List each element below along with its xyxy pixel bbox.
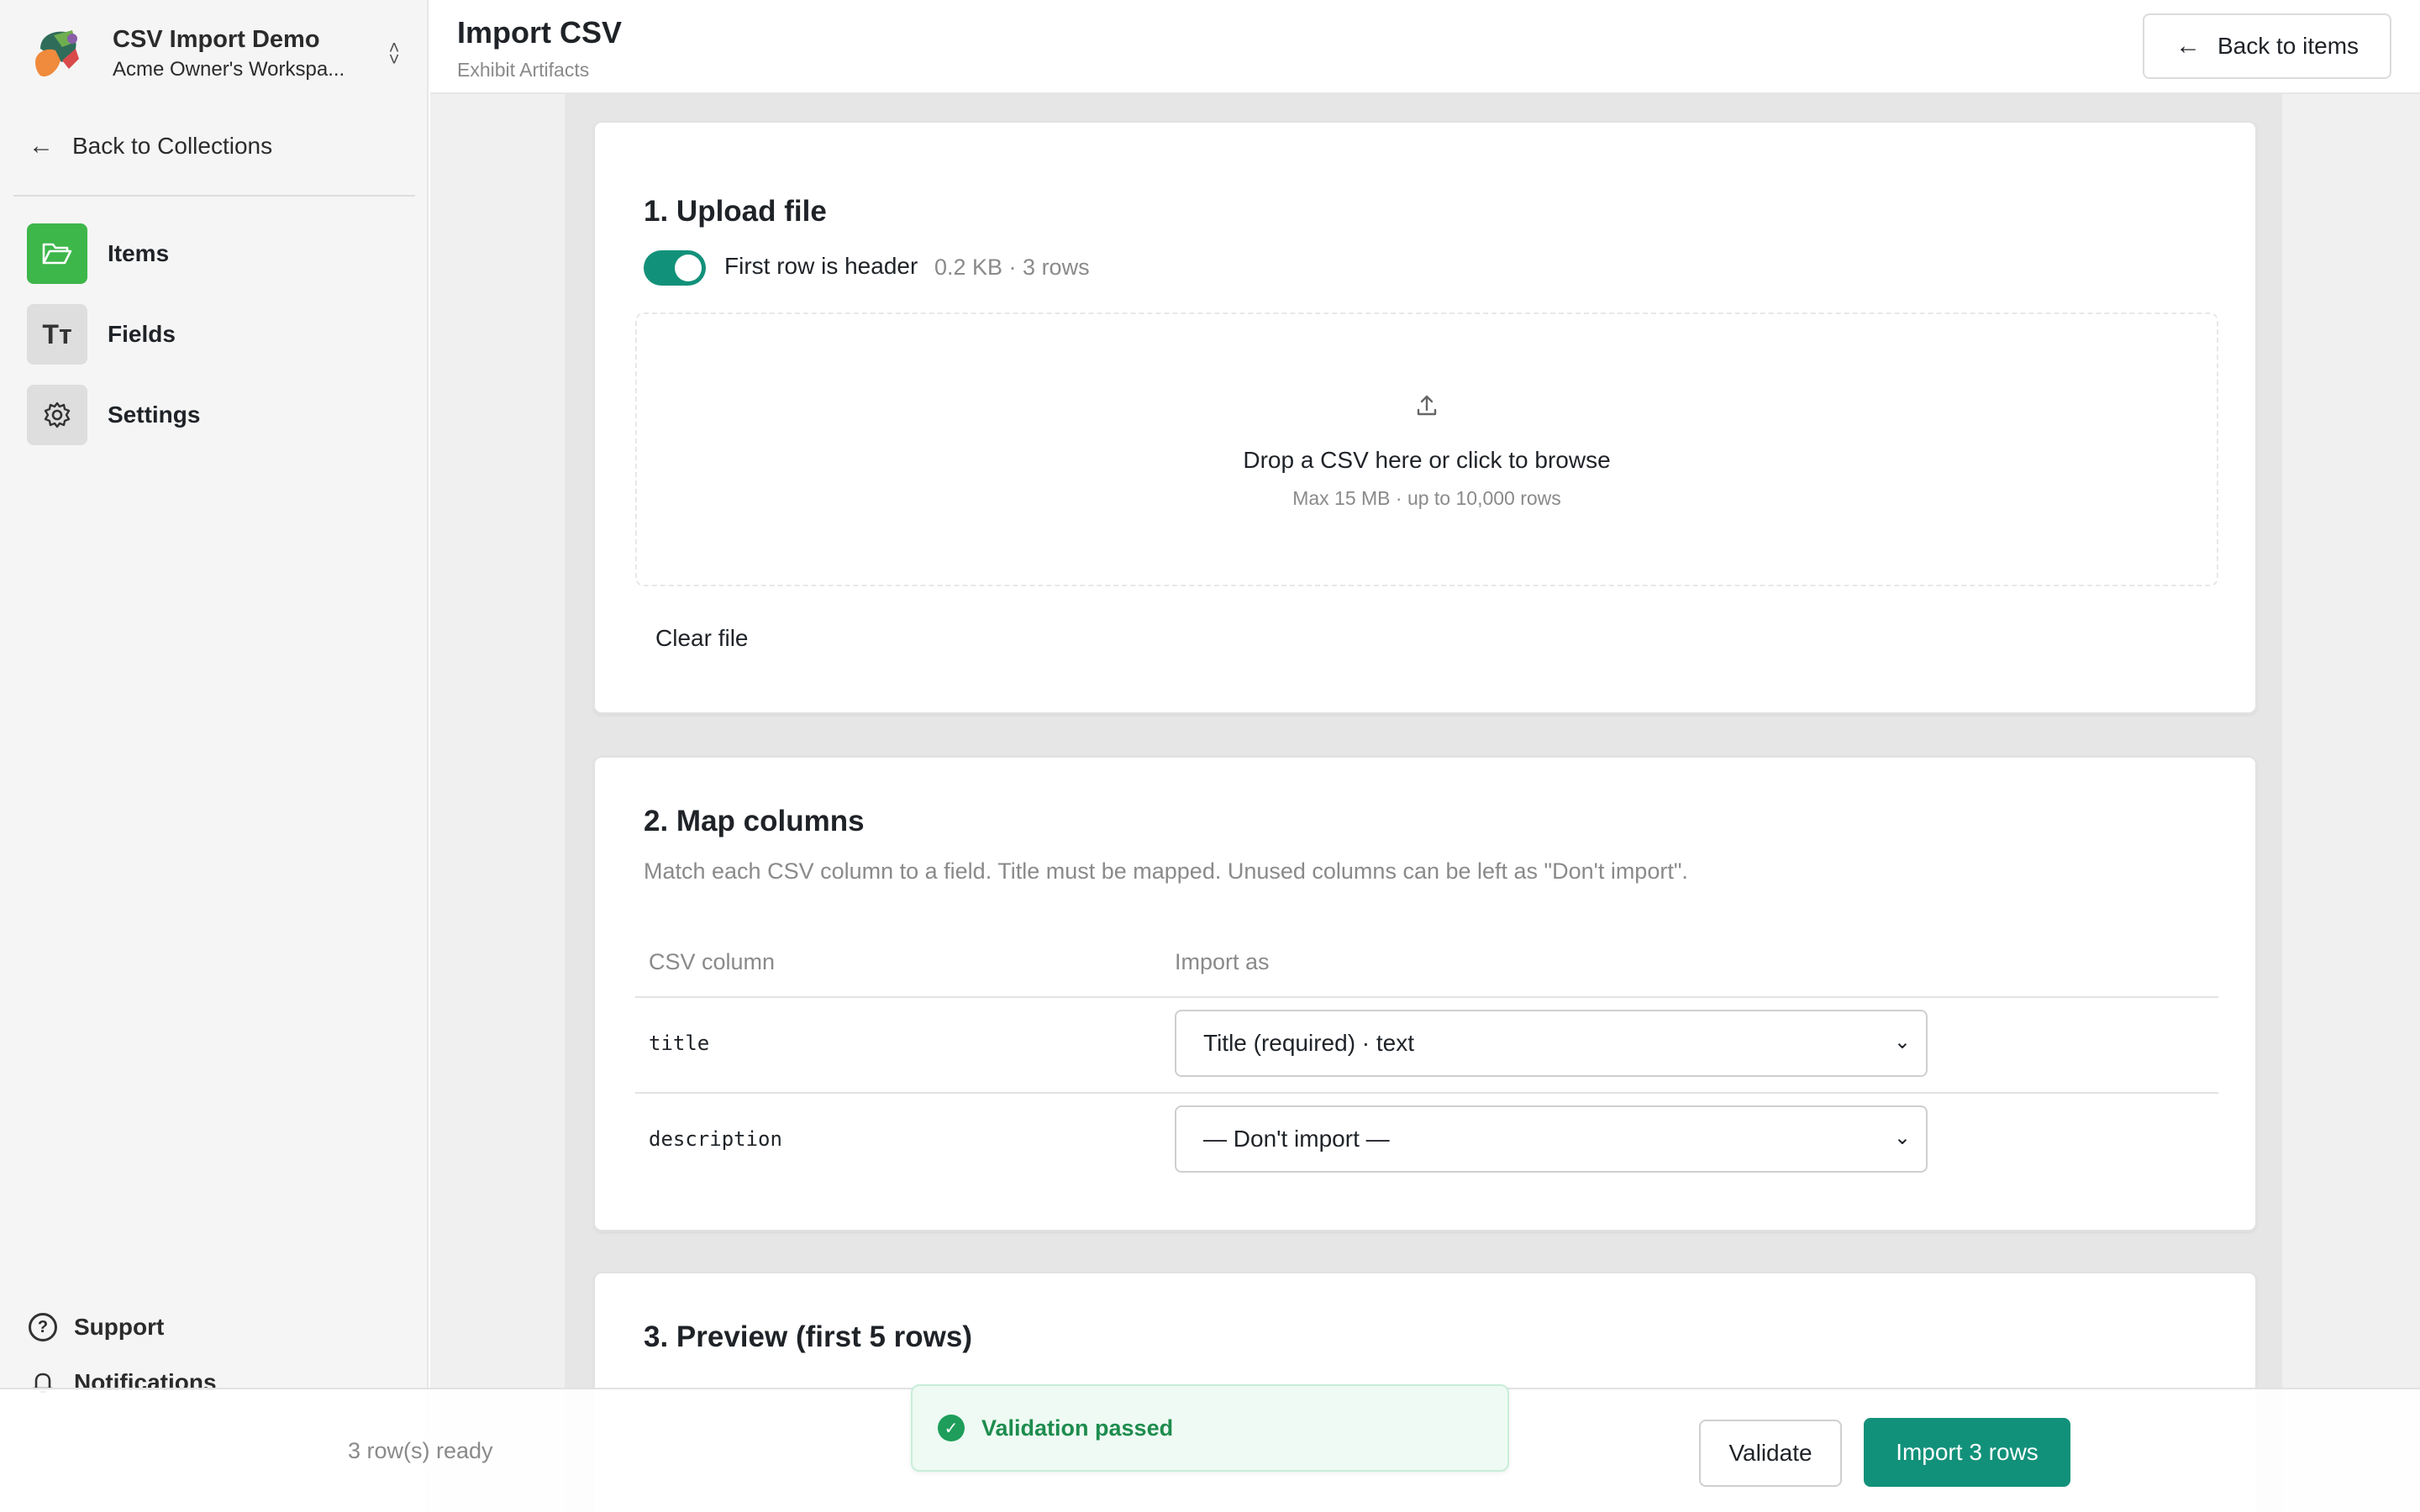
sidebar-item-label: Items (108, 240, 170, 266)
back-to-items-label: Back to items (2217, 33, 2360, 59)
page-title: Import CSV (457, 15, 623, 50)
help-circle-icon: ? (29, 1313, 57, 1341)
toggle-knob (675, 255, 702, 281)
workspace-switcher[interactable]: CSV Import Demo Acme Owner's Workspa... … (29, 22, 407, 86)
chevron-down-icon: ⌄ (1893, 1031, 1911, 1053)
sidebar-item-settings[interactable]: Settings (27, 385, 200, 445)
check-circle-icon: ✓ (938, 1415, 965, 1441)
import-as-select[interactable]: Title (required) · text ⌄ (1175, 1010, 1928, 1077)
column-header-import-as: Import as (1175, 949, 1270, 974)
validation-toast: ✓ Validation passed (911, 1384, 1509, 1472)
gear-icon (27, 385, 87, 445)
dropzone-hint: Max 15 MB · up to 10,000 rows (1292, 487, 1561, 509)
table-divider (635, 1092, 2218, 1094)
chevron-up-down-icon[interactable]: ˄ ˅ (381, 37, 407, 71)
rows-ready-status: 3 row(s) ready (348, 1438, 493, 1463)
arrow-left-icon: ← (2175, 32, 2201, 60)
back-to-collections-label: Back to Collections (72, 133, 273, 159)
workspace-name: CSV Import Demo (113, 26, 320, 53)
text-type-icon: Tт (27, 304, 87, 365)
validate-button[interactable]: Validate (1699, 1420, 1842, 1487)
main-content[interactable]: 1. Upload file First row is header 0.2 K… (430, 94, 2420, 1512)
select-value: Title (required) · text (1203, 1030, 1415, 1056)
clear-file-button[interactable]: Clear file (655, 625, 748, 652)
footer-bar: 3 row(s) ready ✓ Validation passed Valid… (0, 1384, 2420, 1512)
arrow-left-icon: ← (29, 132, 54, 160)
back-to-collections-link[interactable]: ← Back to Collections (29, 128, 272, 165)
csv-column-name: description (649, 1127, 782, 1151)
toggle-label: First row is header (724, 253, 918, 279)
sidebar-divider (13, 195, 415, 197)
sidebar-item-items[interactable]: Items (27, 223, 169, 284)
map-columns-description: Match each CSV column to a field. Title … (644, 858, 1688, 884)
sidebar-item-fields[interactable]: Tт Fields (27, 304, 176, 365)
column-header-csv: CSV column (649, 949, 776, 974)
chevron-down-icon: ⌄ (1893, 1126, 1911, 1149)
csv-dropzone[interactable]: Drop a CSV here or click to browse Max 1… (635, 312, 2218, 586)
workspace-subtitle: Acme Owner's Workspa... (113, 58, 345, 81)
upload-card: 1. Upload file First row is header 0.2 K… (593, 121, 2257, 714)
upload-title: 1. Upload file (644, 195, 827, 228)
map-columns-title: 2. Map columns (644, 805, 865, 837)
workspace-logo (35, 30, 79, 77)
support-label: Support (74, 1314, 165, 1340)
page-header: Import CSV Exhibit Artifacts ← Back to i… (430, 0, 2420, 94)
sidebar-item-label: Settings (108, 402, 201, 428)
upload-icon (637, 393, 2217, 423)
csv-column-name: title (649, 1032, 710, 1055)
dropzone-text: Drop a CSV here or click to browse (1243, 447, 1611, 473)
preview-title: 3. Preview (first 5 rows) (644, 1320, 972, 1353)
back-to-items-button[interactable]: ← Back to items (2143, 13, 2391, 79)
map-columns-card: 2. Map columns Match each CSV column to … (593, 756, 2257, 1231)
folder-icon (27, 223, 87, 284)
support-link[interactable]: ? Support (29, 1309, 164, 1346)
first-row-header-toggle[interactable] (644, 250, 706, 286)
import-as-select[interactable]: — Don't import — ⌄ (1175, 1105, 1928, 1173)
toast-message: Validation passed (981, 1415, 1174, 1441)
sidebar: CSV Import Demo Acme Owner's Workspa... … (0, 0, 429, 1512)
table-divider (635, 996, 2218, 998)
sidebar-item-label: Fields (108, 321, 176, 347)
import-rows-button[interactable]: Import 3 rows (1864, 1418, 2070, 1487)
file-meta: 0.2 KB · 3 rows (934, 255, 1090, 280)
page-subtitle: Exhibit Artifacts (457, 59, 590, 81)
select-value: — Don't import — (1203, 1126, 1390, 1152)
